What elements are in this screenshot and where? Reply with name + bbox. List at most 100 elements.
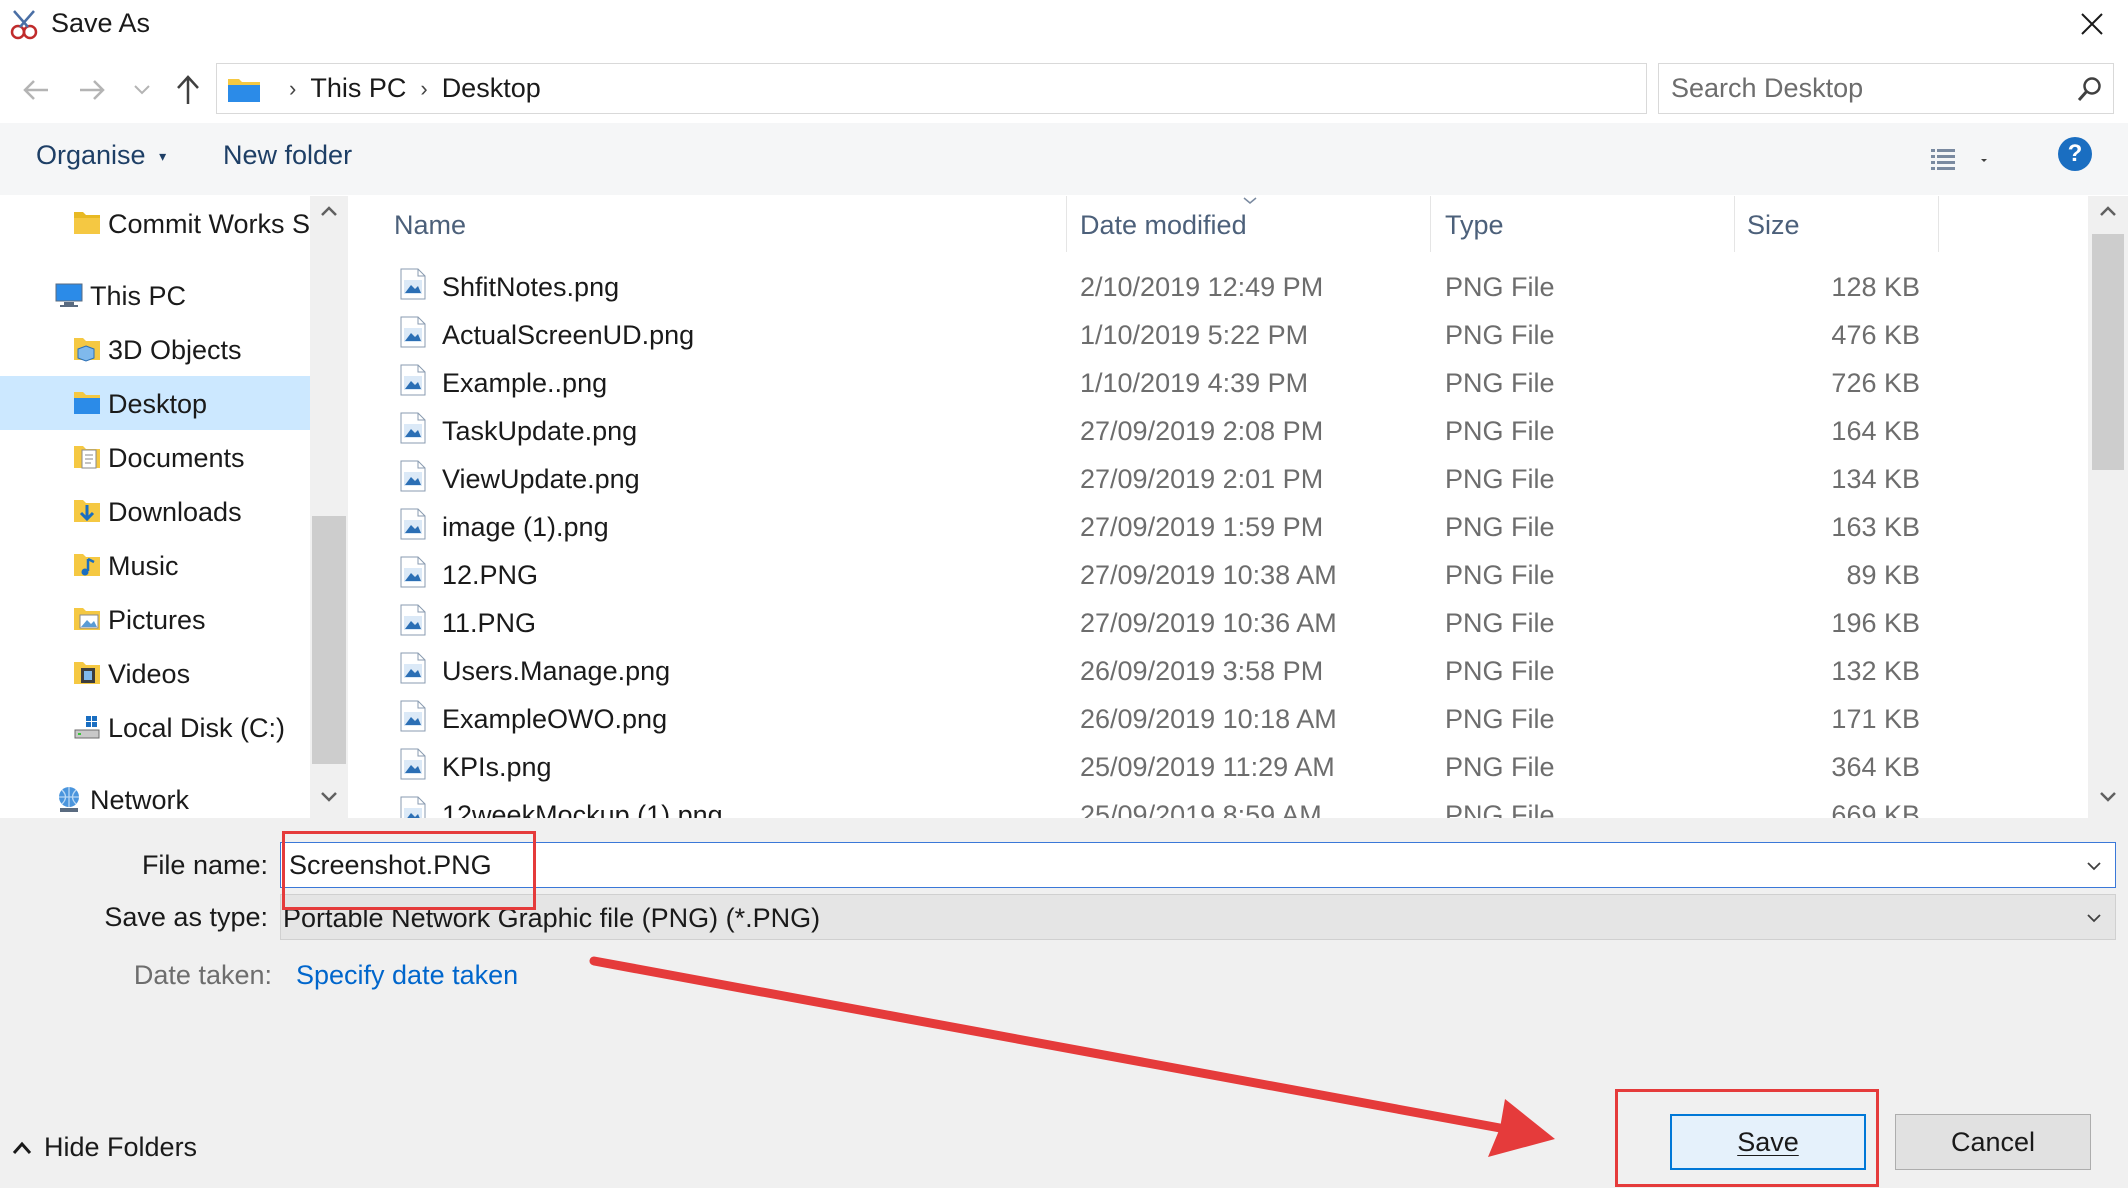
search-input[interactable] bbox=[1659, 64, 2049, 113]
file-row[interactable]: ViewUpdate.png 27/09/2019 2:01 PM PNG File… bbox=[348, 454, 1928, 502]
close-icon[interactable] bbox=[2068, 4, 2116, 44]
nav-label: Network bbox=[90, 785, 190, 815]
file-size: 89 KB bbox=[1846, 560, 1920, 590]
column-divider[interactable] bbox=[1066, 196, 1067, 252]
nav-pane-scrollbar[interactable] bbox=[310, 196, 348, 818]
breadcrumb-separator: › bbox=[289, 75, 297, 101]
file-row[interactable]: ShfitNotes.png 2/10/2019 12:49 PM PNG File… bbox=[348, 262, 1928, 310]
nav-item-downloads[interactable]: Downloads bbox=[0, 484, 310, 538]
file-name-combobox[interactable] bbox=[280, 842, 2116, 888]
hide-folders-button[interactable]: Hide Folders bbox=[12, 1132, 197, 1163]
file-size: 476 KB bbox=[1831, 320, 1920, 350]
column-type[interactable]: Type bbox=[1445, 210, 1504, 241]
file-name: ShfitNotes.png bbox=[442, 272, 620, 302]
scroll-up-icon[interactable] bbox=[320, 204, 338, 218]
nav-item-commit-works[interactable]: Commit Works Sy bbox=[0, 196, 324, 250]
file-size: 128 KB bbox=[1831, 272, 1920, 302]
file-size: 364 KB bbox=[1831, 752, 1920, 782]
nav-label: Downloads bbox=[108, 497, 242, 527]
column-divider[interactable] bbox=[1938, 196, 1939, 252]
up-arrow-icon[interactable] bbox=[168, 70, 208, 110]
file-name: TaskUpdate.png bbox=[442, 416, 638, 446]
save-as-type-select[interactable]: Portable Network Graphic file (PNG) (*.P… bbox=[280, 894, 2116, 940]
nav-item-this-pc[interactable]: This PC bbox=[0, 268, 310, 322]
hide-folders-label: Hide Folders bbox=[44, 1132, 198, 1162]
scroll-up-icon[interactable] bbox=[2099, 204, 2117, 218]
file-type: PNG File bbox=[1445, 512, 1555, 542]
chevron-down-icon: ▾ bbox=[159, 148, 167, 165]
nav-label: Local Disk (C:) bbox=[108, 713, 286, 743]
file-type: PNG File bbox=[1445, 752, 1555, 782]
file-date-modified: 25/09/2019 8:59 AM bbox=[1080, 800, 1322, 818]
folder-icon bbox=[72, 208, 102, 238]
specify-date-taken-link[interactable]: Specify date taken bbox=[296, 960, 518, 991]
file-row[interactable]: Example..png 1/10/2019 4:39 PM PNG File 726… bbox=[348, 358, 1928, 406]
scroll-down-icon[interactable] bbox=[2099, 790, 2117, 804]
navigation-pane: Commit Works Sy This PC 3D Objects Deskt… bbox=[0, 196, 348, 818]
file-row[interactable]: image (1).png 27/09/2019 1:59 PM PNG File 1… bbox=[348, 502, 1928, 550]
column-size[interactable]: Size bbox=[1747, 210, 1800, 241]
search-icon[interactable] bbox=[2077, 76, 2103, 102]
image-file-icon bbox=[400, 508, 426, 540]
chevron-down-icon[interactable] bbox=[2083, 855, 2105, 877]
file-row[interactable]: KPIs.png 25/09/2019 11:29 AM PNG File 364 K… bbox=[348, 742, 1928, 790]
column-divider[interactable] bbox=[1430, 196, 1431, 252]
scroll-thumb[interactable] bbox=[312, 516, 346, 764]
file-row[interactable]: Users.Manage.png 26/09/2019 3:58 PM PNG Fi… bbox=[348, 646, 1928, 694]
file-date-modified: 1/10/2019 5:22 PM bbox=[1080, 320, 1309, 350]
details-view-icon[interactable] bbox=[1925, 143, 1995, 177]
date-taken-label: Date taken: bbox=[133, 960, 272, 990]
search-box[interactable] bbox=[1658, 63, 2114, 114]
nav-item-desktop[interactable]: Desktop bbox=[0, 376, 310, 430]
save-as-dialog: Save As › This PC › Desktop Search Deskt… bbox=[0, 0, 2128, 1188]
file-row[interactable]: TaskUpdate.png 27/09/2019 2:08 PM PNG File… bbox=[348, 406, 1928, 454]
file-type: PNG File bbox=[1445, 560, 1555, 590]
column-name[interactable]: Name bbox=[394, 210, 466, 241]
nav-item-local-disk[interactable]: Local Disk (C:) bbox=[0, 700, 310, 754]
file-name: 12weekMockup (1).png bbox=[442, 800, 723, 818]
nav-item-documents[interactable]: Documents bbox=[0, 430, 310, 484]
file-type: PNG File bbox=[1445, 272, 1555, 302]
nav-item-network[interactable]: Network bbox=[0, 772, 310, 818]
forward-arrow-icon[interactable] bbox=[72, 70, 112, 110]
nav-label: Music bbox=[108, 551, 179, 581]
column-header-row: Name Date modified Type Size bbox=[348, 196, 2088, 252]
nav-item-music[interactable]: Music bbox=[0, 538, 310, 592]
breadcrumb-desktop[interactable]: Desktop bbox=[442, 73, 541, 104]
file-name-input[interactable] bbox=[281, 843, 2061, 887]
file-list-scrollbar[interactable] bbox=[2088, 196, 2128, 818]
nav-item-3d-objects[interactable]: 3D Objects bbox=[0, 322, 310, 376]
organise-button[interactable]: Organise ▾ bbox=[36, 140, 166, 171]
file-row[interactable]: 12weekMockup (1).png 25/09/2019 8:59 AM PN… bbox=[348, 790, 1928, 818]
column-date-modified[interactable]: Date modified bbox=[1080, 210, 1247, 241]
sort-chevron-icon bbox=[1242, 196, 1258, 206]
file-name: ExampleOWO.png bbox=[442, 704, 668, 734]
file-type: PNG File bbox=[1445, 368, 1555, 398]
new-folder-button[interactable]: New folder bbox=[223, 140, 352, 171]
file-list: Name Date modified Type Size ShfitNotes.… bbox=[348, 196, 2088, 818]
chevron-down-icon[interactable] bbox=[122, 70, 162, 110]
address-bar[interactable]: › This PC › Desktop bbox=[216, 63, 1851, 114]
breadcrumb-this-pc[interactable]: This PC bbox=[310, 73, 406, 104]
file-row[interactable]: 12.PNG 27/09/2019 10:38 AM PNG File 89 KB bbox=[348, 550, 1928, 598]
file-row[interactable]: ActualScreenUD.png 1/10/2019 5:22 PM PNG F… bbox=[348, 310, 1928, 358]
file-size: 669 KB bbox=[1831, 800, 1920, 818]
back-arrow-icon[interactable] bbox=[16, 70, 56, 110]
scroll-down-icon[interactable] bbox=[320, 790, 338, 804]
file-date-modified: 27/09/2019 10:38 AM bbox=[1080, 560, 1337, 590]
file-row[interactable]: 11.PNG 27/09/2019 10:36 AM PNG File 196 KB bbox=[348, 598, 1928, 646]
nav-label: Documents bbox=[108, 443, 245, 473]
column-divider[interactable] bbox=[1734, 196, 1735, 252]
image-file-icon bbox=[400, 412, 426, 444]
file-size: 164 KB bbox=[1831, 416, 1920, 446]
file-size: 171 KB bbox=[1831, 704, 1920, 734]
file-size: 132 KB bbox=[1831, 656, 1920, 686]
scroll-thumb[interactable] bbox=[2092, 234, 2124, 470]
cancel-button[interactable]: Cancel bbox=[1895, 1114, 2091, 1170]
file-row[interactable]: ExampleOWO.png 26/09/2019 10:18 AM PNG Fil… bbox=[348, 694, 1928, 742]
help-button[interactable]: ? bbox=[2058, 137, 2092, 171]
chevron-down-icon[interactable] bbox=[2083, 907, 2105, 929]
nav-item-videos[interactable]: Videos bbox=[0, 646, 310, 700]
file-name: 12.PNG bbox=[442, 560, 539, 590]
nav-item-pictures[interactable]: Pictures bbox=[0, 592, 310, 646]
